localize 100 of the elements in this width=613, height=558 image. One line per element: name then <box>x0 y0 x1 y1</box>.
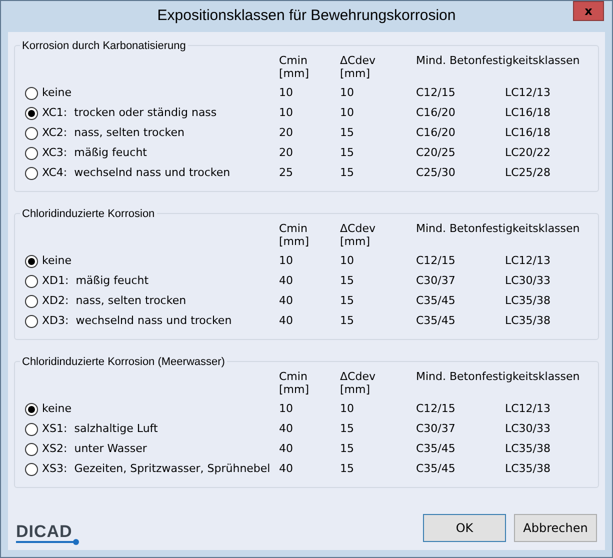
radio-icon[interactable] <box>25 106 38 120</box>
option-label: keine <box>42 84 72 101</box>
table-cell: C35/45 <box>416 442 456 455</box>
table-cell: LC35/38 <box>505 462 551 475</box>
option-label: XD3: wechselnd nass und trocken <box>42 312 232 329</box>
window-title: Expositionsklassen für Bewehrungskorrosion <box>157 6 456 26</box>
table-cell: LC12/13 <box>505 402 551 415</box>
radio-icon[interactable] <box>25 166 38 180</box>
table-cell: 10 <box>279 106 293 119</box>
table-cell: LC20/22 <box>505 146 551 159</box>
table-cell: LC35/38 <box>505 442 551 455</box>
table-cell: 40 <box>279 314 293 327</box>
table-cell: 40 <box>279 442 293 455</box>
column-header: Mind. Betonfestigkeitsklassen <box>416 222 581 235</box>
unit-label: [mm] <box>279 383 310 396</box>
table-cell: LC12/13 <box>505 254 551 267</box>
radio-option[interactable]: XS1: salzhaltige Luft <box>25 420 279 438</box>
group-title: Chloridinduzierte Korrosion (Meerwasser) <box>20 354 227 370</box>
table-cell: C35/45 <box>416 294 456 307</box>
close-button[interactable]: x <box>573 1 604 21</box>
unit-label: [mm] <box>340 67 372 80</box>
radio-icon[interactable] <box>25 442 38 456</box>
table-cell: 10 <box>340 106 354 119</box>
option-label: XS2: unter Wasser <box>42 440 147 457</box>
radio-option[interactable]: XC4: wechselnd nass und trocken <box>25 164 279 182</box>
group-title: Korrosion durch Karbonatisierung <box>20 38 188 54</box>
radio-icon[interactable] <box>25 254 38 268</box>
table-cell: 15 <box>340 294 354 307</box>
radio-option[interactable]: XC2: nass, selten trocken <box>25 124 279 142</box>
table-cell: 15 <box>340 166 354 179</box>
table-cell: C25/30 <box>416 166 456 179</box>
table-cell: 10 <box>340 86 354 99</box>
ok-button[interactable]: OK <box>423 514 506 542</box>
table-cell: 10 <box>340 402 354 415</box>
table-cell: 15 <box>340 314 354 327</box>
radio-icon[interactable] <box>25 126 38 140</box>
radio-option[interactable]: XS2: unter Wasser <box>25 440 279 458</box>
radio-option[interactable]: keine <box>25 84 279 102</box>
option-label: XD2: nass, selten trocken <box>42 292 186 309</box>
radio-icon[interactable] <box>25 146 38 160</box>
radio-option[interactable]: keine <box>25 252 279 270</box>
table-cell: 40 <box>279 422 293 435</box>
option-label: XC3: mäßig feucht <box>42 144 147 161</box>
option-label: XC4: wechselnd nass und trocken <box>42 164 230 181</box>
radio-option[interactable]: XD3: wechselnd nass und trocken <box>25 312 279 330</box>
column-header: Cmin <box>279 370 308 383</box>
radio-option[interactable]: XC1: trocken oder ständig nass <box>25 104 279 122</box>
unit-label: [mm] <box>279 67 310 80</box>
column-header: ΔCdev <box>340 370 376 383</box>
radio-icon[interactable] <box>25 462 38 476</box>
radio-icon[interactable] <box>25 314 38 328</box>
radio-icon[interactable] <box>25 86 38 100</box>
option-label: keine <box>42 252 72 269</box>
table-cell: C12/15 <box>416 254 456 267</box>
unit-label: [mm] <box>340 235 372 248</box>
column-header: ΔCdev <box>340 54 376 67</box>
table-cell: 40 <box>279 462 293 475</box>
table-cell: C30/37 <box>416 422 456 435</box>
radio-icon[interactable] <box>25 294 38 308</box>
unit-label: [mm] <box>340 383 372 396</box>
table-cell: C35/45 <box>416 462 456 475</box>
table-cell: LC30/33 <box>505 274 551 287</box>
table-cell: LC12/13 <box>505 86 551 99</box>
table-cell: LC35/38 <box>505 294 551 307</box>
table-cell: C12/15 <box>416 86 456 99</box>
radio-icon[interactable] <box>25 274 38 288</box>
table-cell: 20 <box>279 126 293 139</box>
table-cell: 10 <box>279 86 293 99</box>
table-cell: LC25/28 <box>505 166 551 179</box>
table-cell: C16/20 <box>416 106 456 119</box>
table-cell: 15 <box>340 146 354 159</box>
cancel-button[interactable]: Abbrechen <box>514 514 597 542</box>
option-label: XD1: mäßig feucht <box>42 272 149 289</box>
table-cell: 10 <box>279 402 293 415</box>
table-cell: 10 <box>279 254 293 267</box>
column-header: Mind. Betonfestigkeitsklassen <box>416 370 581 383</box>
radio-icon[interactable] <box>25 422 38 436</box>
table-cell: LC16/18 <box>505 106 551 119</box>
table-cell: 40 <box>279 294 293 307</box>
table-cell: 10 <box>340 254 354 267</box>
table-cell: 25 <box>279 166 293 179</box>
radio-option[interactable]: XD2: nass, selten trocken <box>25 292 279 310</box>
column-header: ΔCdev <box>340 222 376 235</box>
radio-option[interactable]: XC3: mäßig feucht <box>25 144 279 162</box>
table-cell: 20 <box>279 146 293 159</box>
table-cell: LC35/38 <box>505 314 551 327</box>
table-cell: C30/37 <box>416 274 456 287</box>
unit-label: [mm] <box>279 235 310 248</box>
table-cell: 15 <box>340 462 354 475</box>
radio-option[interactable]: XD1: mäßig feucht <box>25 272 279 290</box>
table-cell: C35/45 <box>416 314 456 327</box>
radio-icon[interactable] <box>25 402 38 416</box>
table-cell: 15 <box>340 442 354 455</box>
table-cell: C12/15 <box>416 402 456 415</box>
table-cell: LC16/18 <box>505 126 551 139</box>
table-cell: C20/25 <box>416 146 456 159</box>
column-header: Cmin <box>279 54 308 67</box>
option-label: XC1: trocken oder ständig nass <box>42 104 217 121</box>
column-header: Mind. Betonfestigkeitsklassen <box>416 54 581 67</box>
radio-option[interactable]: keine <box>25 400 279 418</box>
